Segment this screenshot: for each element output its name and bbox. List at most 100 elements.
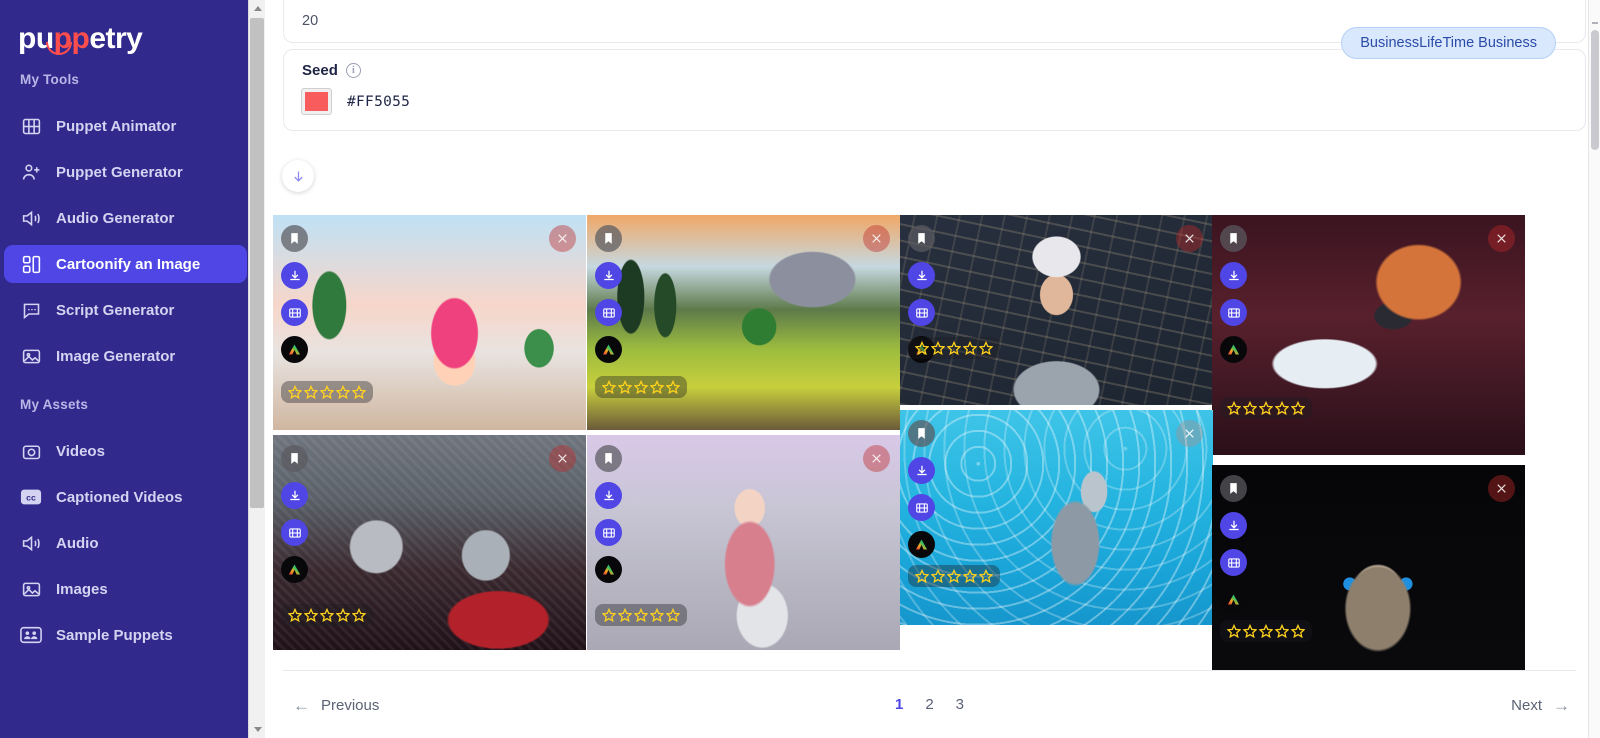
page-number-3[interactable]: 3 <box>956 696 964 713</box>
star-outline-icon[interactable] <box>1275 401 1289 415</box>
rating-stars[interactable] <box>595 604 687 626</box>
star-outline-icon[interactable] <box>1227 624 1241 638</box>
sidebar-scrollbar[interactable] <box>248 0 265 738</box>
star-outline-icon[interactable] <box>979 569 993 583</box>
bookmark-icon[interactable] <box>908 225 935 252</box>
star-outline-icon[interactable] <box>618 380 632 394</box>
download-icon[interactable] <box>595 262 622 289</box>
scroll-up-arrow-icon[interactable] <box>1592 22 1598 24</box>
film-strip-icon[interactable] <box>281 519 308 546</box>
rating-stars[interactable] <box>1220 620 1312 642</box>
app-logo[interactable]: puppetry <box>0 0 265 66</box>
rating-stars[interactable] <box>281 381 373 403</box>
star-outline-icon[interactable] <box>352 385 366 399</box>
bookmark-icon[interactable] <box>908 420 935 447</box>
star-outline-icon[interactable] <box>947 341 961 355</box>
star-outline-icon[interactable] <box>1291 624 1305 638</box>
sidebar-item-puppet-generator[interactable]: Puppet Generator <box>4 153 247 191</box>
sidebar-item-puppet-animator[interactable]: Puppet Animator <box>4 107 247 145</box>
star-outline-icon[interactable] <box>915 569 929 583</box>
star-outline-icon[interactable] <box>634 608 648 622</box>
star-outline-icon[interactable] <box>1291 401 1305 415</box>
film-strip-icon[interactable] <box>595 299 622 326</box>
star-outline-icon[interactable] <box>915 341 929 355</box>
bookmark-icon[interactable] <box>281 445 308 472</box>
star-outline-icon[interactable] <box>304 385 318 399</box>
star-outline-icon[interactable] <box>288 385 302 399</box>
rating-stars[interactable] <box>1220 397 1312 419</box>
info-icon[interactable]: i <box>345 63 361 78</box>
film-strip-icon[interactable] <box>908 299 935 326</box>
close-icon[interactable] <box>1488 225 1515 252</box>
rating-stars[interactable] <box>908 565 1000 587</box>
star-outline-icon[interactable] <box>602 380 616 394</box>
bookmark-icon[interactable] <box>595 445 622 472</box>
close-icon[interactable] <box>863 445 890 472</box>
star-outline-icon[interactable] <box>650 608 664 622</box>
close-icon[interactable] <box>549 445 576 472</box>
close-icon[interactable] <box>1176 420 1203 447</box>
window-scrollbar-thumb[interactable] <box>1591 30 1599 150</box>
star-outline-icon[interactable] <box>618 608 632 622</box>
download-icon[interactable] <box>281 482 308 509</box>
gallery-card-tiger-reading-book[interactable] <box>1212 215 1525 455</box>
sidebar-item-script-generator[interactable]: Script Generator <box>4 291 247 329</box>
star-outline-icon[interactable] <box>1259 624 1273 638</box>
star-outline-icon[interactable] <box>1275 624 1289 638</box>
next-page-button[interactable]: Next → <box>1511 695 1570 714</box>
plan-badge[interactable]: BusinessLifeTime Business <box>1341 27 1556 59</box>
film-strip-icon[interactable] <box>908 494 935 521</box>
close-icon[interactable] <box>549 225 576 252</box>
star-outline-icon[interactable] <box>650 380 664 394</box>
star-outline-icon[interactable] <box>1227 401 1241 415</box>
sidebar-item-sample-puppets[interactable]: Sample Puppets <box>4 616 247 654</box>
download-icon[interactable] <box>1220 262 1247 289</box>
animate-logo-icon[interactable] <box>908 531 935 558</box>
rating-stars[interactable] <box>595 376 687 398</box>
bookmark-icon[interactable] <box>1220 225 1247 252</box>
rating-stars[interactable] <box>908 337 1000 359</box>
star-outline-icon[interactable] <box>931 341 945 355</box>
download-icon[interactable] <box>908 262 935 289</box>
sidebar-item-images[interactable]: Images <box>4 570 247 608</box>
star-outline-icon[interactable] <box>947 569 961 583</box>
close-icon[interactable] <box>1176 225 1203 252</box>
star-outline-icon[interactable] <box>304 608 318 622</box>
sidebar-item-cartoonify-an-image[interactable]: Cartoonify an Image <box>4 245 247 283</box>
film-strip-icon[interactable] <box>281 299 308 326</box>
film-strip-icon[interactable] <box>1220 299 1247 326</box>
gallery-card-two-tabby-cats-on-bed[interactable] <box>273 435 586 650</box>
animate-logo-icon[interactable] <box>1220 336 1247 363</box>
gallery-card-dolphin-in-pool[interactable] <box>900 410 1213 625</box>
page-number-1[interactable]: 1 <box>895 696 903 713</box>
sidebar-item-videos[interactable]: Videos <box>4 432 247 470</box>
star-outline-icon[interactable] <box>666 380 680 394</box>
close-icon[interactable] <box>863 225 890 252</box>
sidebar-scrollbar-thumb[interactable] <box>250 18 264 508</box>
previous-page-button[interactable]: ← Previous <box>293 695 379 714</box>
star-outline-icon[interactable] <box>963 341 977 355</box>
star-outline-icon[interactable] <box>931 569 945 583</box>
scroll-down-arrow-icon[interactable] <box>249 721 265 738</box>
scroll-to-results-button[interactable] <box>282 160 314 192</box>
sidebar-item-audio[interactable]: Audio <box>4 524 247 562</box>
bookmark-icon[interactable] <box>281 225 308 252</box>
page-number-2[interactable]: 2 <box>925 696 933 713</box>
star-outline-icon[interactable] <box>979 341 993 355</box>
gallery-card-einstein-chalkboard-portrait[interactable] <box>900 215 1213 405</box>
star-outline-icon[interactable] <box>336 608 350 622</box>
gallery-card-anime-woman-in-street[interactable] <box>587 435 900 650</box>
download-icon[interactable] <box>281 262 308 289</box>
scroll-up-arrow-icon[interactable] <box>249 0 265 17</box>
download-icon[interactable] <box>595 482 622 509</box>
film-strip-icon[interactable] <box>1220 549 1247 576</box>
star-outline-icon[interactable] <box>1243 401 1257 415</box>
animate-logo-icon[interactable] <box>595 336 622 363</box>
star-outline-icon[interactable] <box>352 608 366 622</box>
film-strip-icon[interactable] <box>595 519 622 546</box>
star-outline-icon[interactable] <box>1259 401 1273 415</box>
star-outline-icon[interactable] <box>320 385 334 399</box>
star-outline-icon[interactable] <box>288 608 302 622</box>
rating-stars[interactable] <box>281 604 373 626</box>
star-outline-icon[interactable] <box>1243 624 1257 638</box>
